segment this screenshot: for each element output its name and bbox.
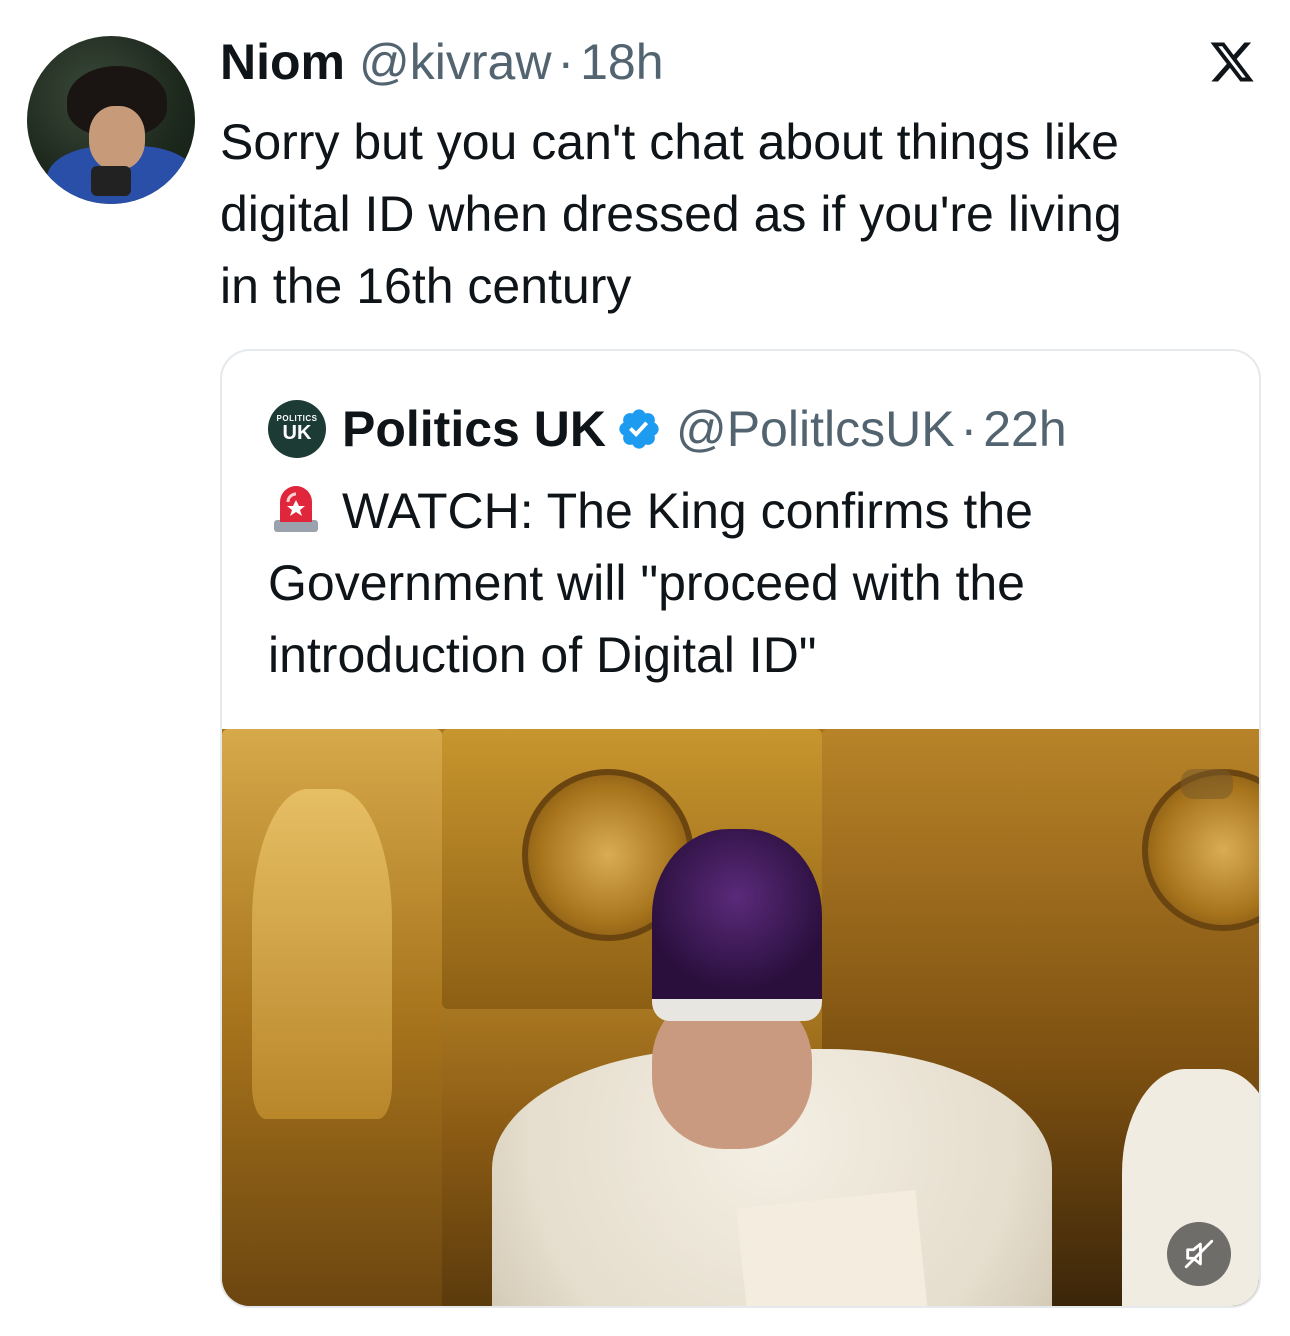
mute-button[interactable]	[1167, 1222, 1231, 1286]
quoted-post-header: POLITICS UK Politics UK @PolitlcsUK · 22…	[268, 397, 1067, 461]
avatar-face	[89, 106, 145, 170]
video-golden-statue	[252, 789, 392, 1119]
x-logo-icon[interactable]	[1206, 38, 1258, 86]
author-handle[interactable]: @kivraw	[359, 33, 551, 91]
author-avatar[interactable]	[27, 36, 195, 204]
quoted-author-handle[interactable]: @PolitlcsUK	[676, 400, 955, 458]
post-text: Sorry but you can't chat about things li…	[220, 114, 1122, 314]
author-name[interactable]: Niom	[220, 33, 345, 91]
quoted-post-video[interactable]	[222, 729, 1259, 1306]
video-crown	[652, 829, 822, 1021]
quoted-post-text: WATCH: The King confirms the Government …	[268, 483, 1033, 683]
quoted-author-avatar[interactable]: POLITICS UK	[268, 400, 326, 458]
video-speech-paper	[736, 1189, 928, 1306]
post-header: Niom @kivraw · 18h	[220, 30, 664, 94]
quoted-post-time[interactable]: 22h	[983, 400, 1066, 458]
quoted-author-name[interactable]: Politics UK	[342, 400, 606, 458]
quoted-avatar-text-main: UK	[282, 422, 312, 444]
speaker-muted-icon	[1184, 1239, 1214, 1269]
avatar-microphone	[91, 166, 131, 196]
post-time[interactable]: 18h	[580, 33, 663, 91]
quoted-post-card[interactable]: POLITICS UK Politics UK @PolitlcsUK · 22…	[220, 349, 1261, 1308]
quoted-header-separator: ·	[960, 401, 978, 457]
quoted-post-text-block: WATCH: The King confirms the Government …	[268, 475, 1228, 691]
siren-emoji-icon	[274, 486, 318, 532]
video-play-badge[interactable]	[1181, 769, 1233, 799]
header-separator: ·	[557, 34, 575, 90]
verified-badge-icon	[619, 409, 659, 449]
